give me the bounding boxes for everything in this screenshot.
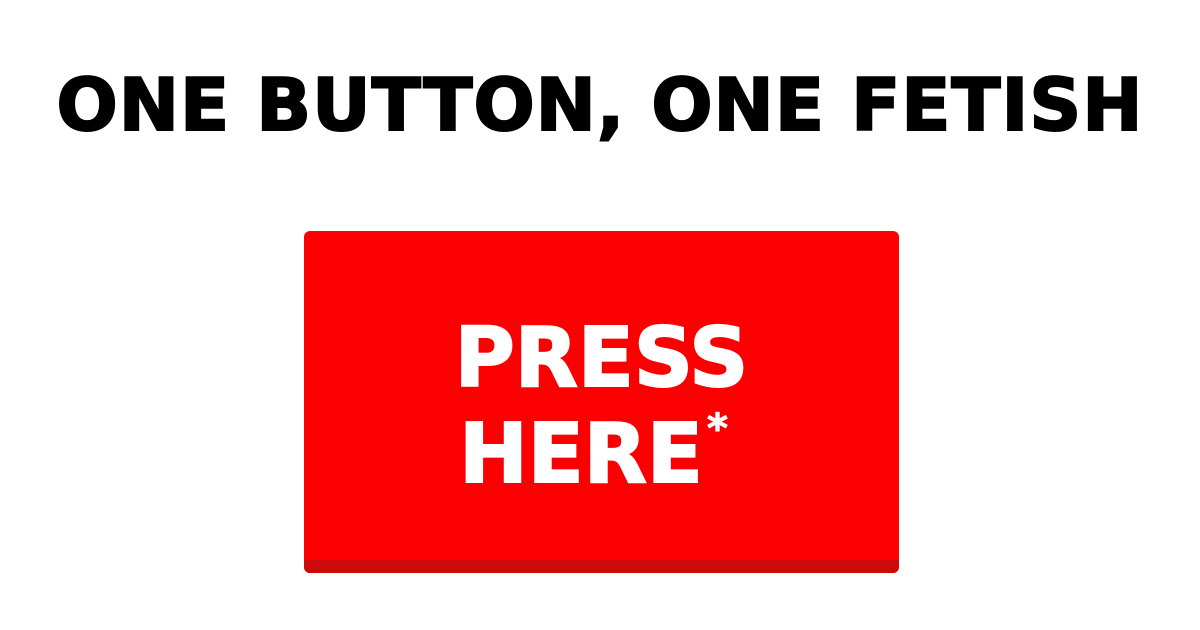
press-button-label-line-2-text: HERE: [458, 406, 704, 503]
press-button-label-line-2: HERE *: [304, 406, 891, 503]
footnote-asterisk: *: [706, 406, 728, 452]
press-here-button[interactable]: PRESS HERE *: [304, 231, 899, 573]
press-button-label-line-1: PRESS: [454, 310, 750, 407]
page-headline: ONE BUTTON, ONE FETISH: [56, 62, 1144, 148]
press-button-label: PRESS HERE *: [304, 310, 899, 503]
press-button-bottom-lip: [304, 560, 899, 573]
